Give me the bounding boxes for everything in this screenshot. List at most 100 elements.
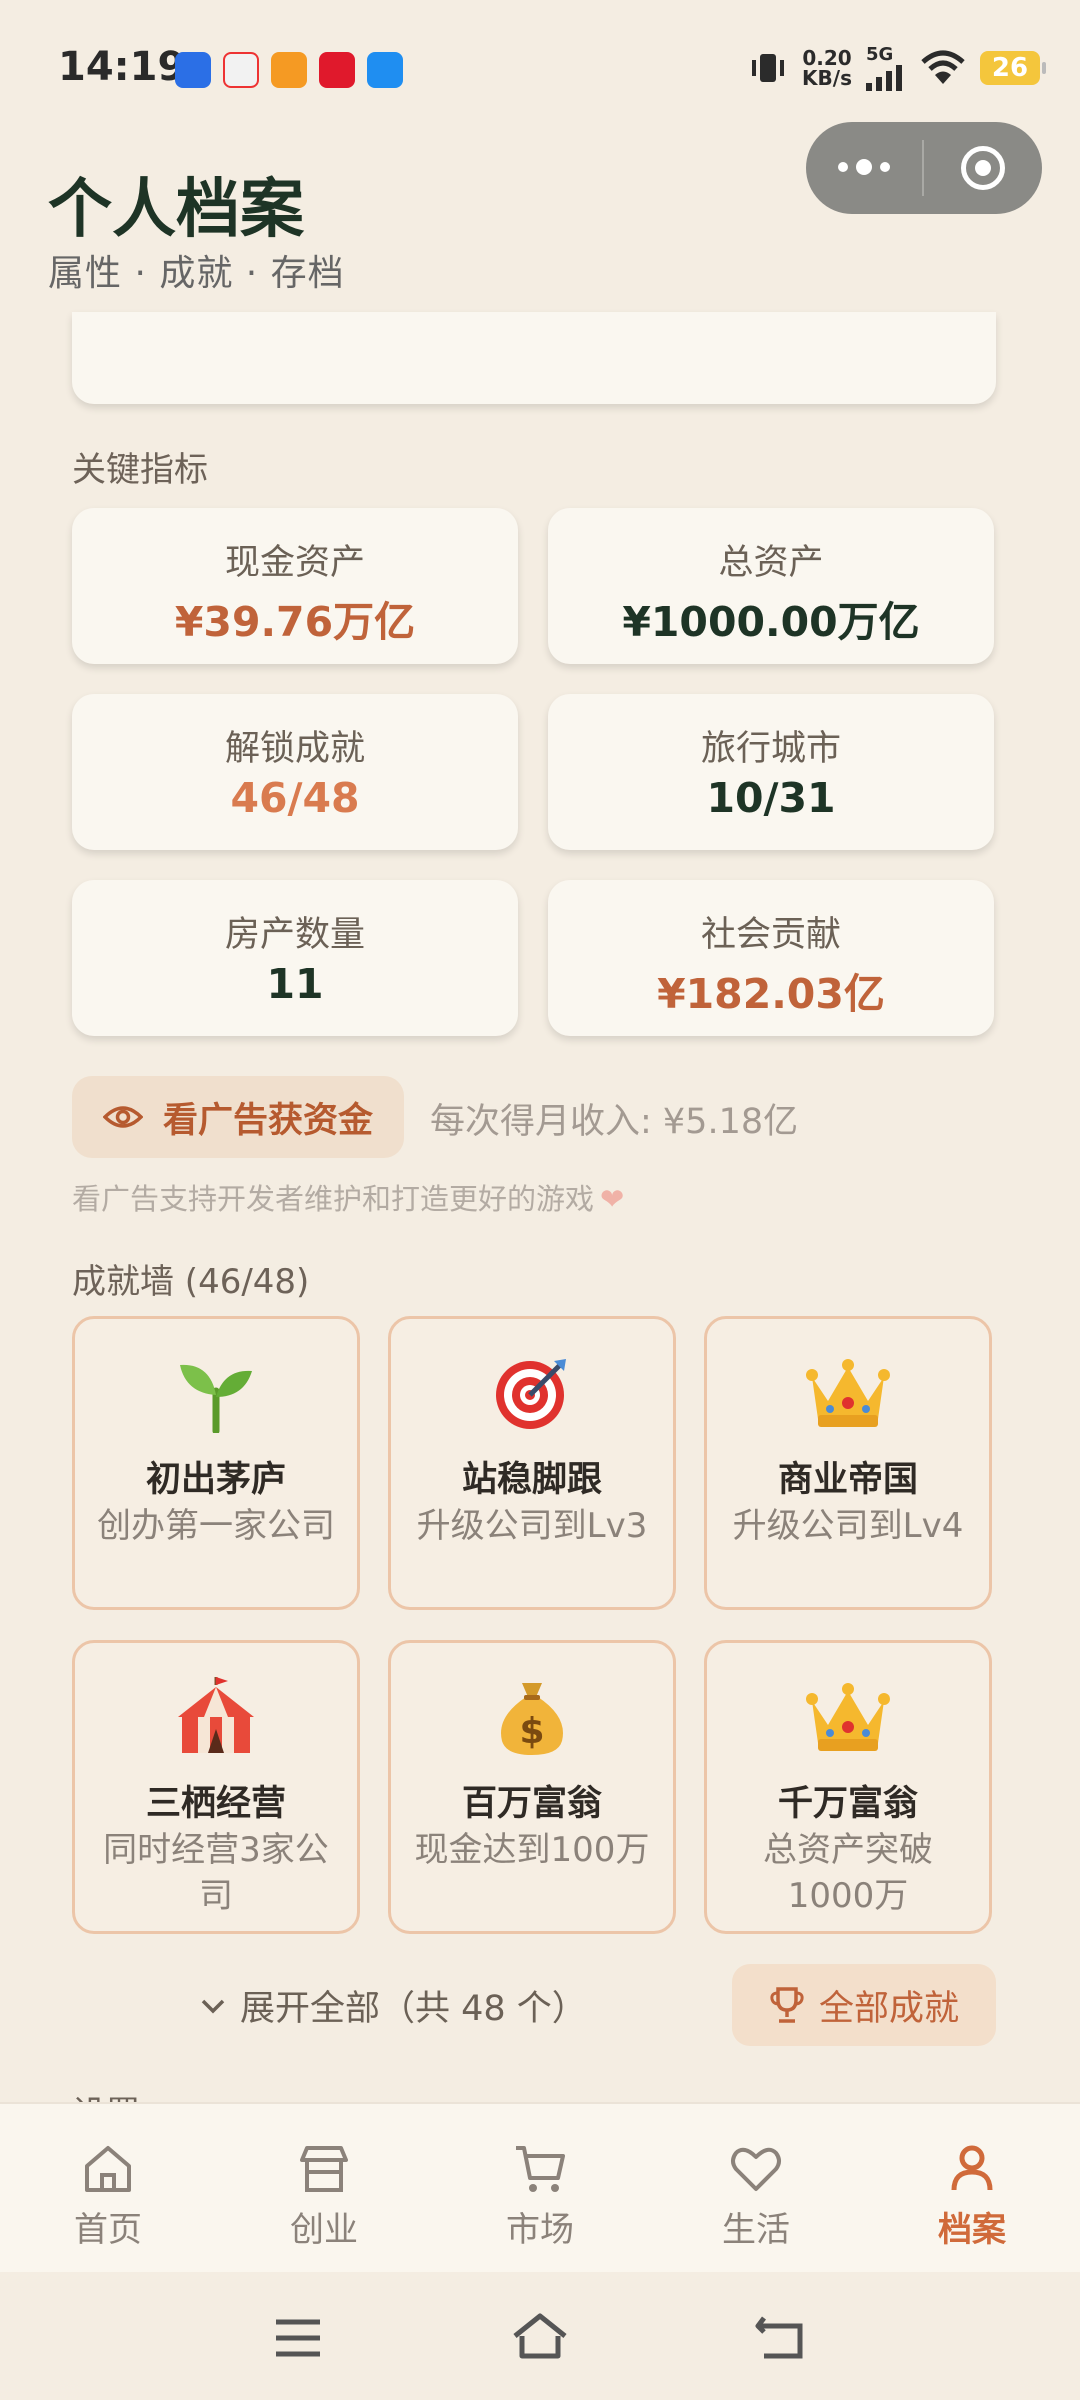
- tab-label: 市场: [506, 2210, 574, 2250]
- tab-label: 档案: [938, 2210, 1006, 2250]
- achievement-card[interactable]: 三栖经营 同时经营3家公司: [72, 1640, 360, 1934]
- metric-label: 社会贡献: [700, 915, 841, 955]
- achievements-section-label: 成就墙 (46/48): [72, 1262, 310, 1302]
- clock: 14:19: [58, 44, 186, 90]
- tab-label: 创业: [290, 2210, 358, 2250]
- home-nav-icon[interactable]: [512, 2312, 568, 2360]
- metric-label: 现金资产: [224, 543, 365, 583]
- achievement-desc: 升级公司到Lv3: [416, 1506, 648, 1546]
- heart-icon: ❤: [600, 1182, 625, 1216]
- home-icon: [85, 2146, 131, 2192]
- achievement-name: 初出茅庐: [145, 1460, 286, 1500]
- metric-label: 旅行城市: [700, 729, 841, 769]
- system-nav-bar: [0, 2272, 1080, 2400]
- achievement-desc: 总资产突破1000万: [763, 1830, 933, 1916]
- seedling-icon: [75, 1353, 357, 1433]
- achievement-name: 千万富翁: [777, 1784, 918, 1824]
- more-icon[interactable]: [806, 158, 922, 175]
- status-bar: 14:19 0.20 KB/s 5G 26: [0, 0, 1080, 140]
- metric-card-achievements: 解锁成就 46/48: [72, 694, 518, 850]
- cart-icon: [516, 2146, 565, 2192]
- back-icon[interactable]: [754, 2314, 806, 2360]
- close-miniprogram-button[interactable]: [924, 146, 1042, 190]
- all-achievements-label: 全部成就: [818, 1988, 959, 2029]
- metric-card-properties: 房产数量 11: [72, 880, 518, 1036]
- metric-label: 解锁成就: [224, 729, 365, 769]
- target-icon: [961, 146, 1005, 190]
- crown-icon: [707, 1353, 989, 1431]
- watch-ad-label: 看广告获资金: [162, 1100, 373, 1141]
- expand-all-button[interactable]: 展开全部（共 48 个）: [200, 1980, 587, 2031]
- miniprogram-capsule: [806, 122, 1042, 214]
- network-type: 5G: [866, 44, 894, 65]
- tab-profile[interactable]: 档案: [864, 2104, 1080, 2274]
- profile-icon: [951, 2145, 993, 2191]
- svg-text:$: $: [519, 1711, 544, 1752]
- metric-card-total-assets: 总资产 ¥1000.00万亿: [548, 508, 994, 664]
- achievement-card[interactable]: $ 百万富翁 现金达到100万: [388, 1640, 676, 1934]
- metric-card-contribution: 社会贡献 ¥182.03亿: [548, 880, 994, 1036]
- metric-value: ¥39.76万亿: [174, 598, 416, 646]
- eye-icon: [102, 1106, 143, 1128]
- money-bag-icon: $: [391, 1677, 673, 1755]
- ad-note-text: 看广告支持开发者维护和打造更好的游戏: [72, 1182, 595, 1216]
- page-title: 个人档案: [48, 172, 304, 247]
- achievement-card[interactable]: 商业帝国 升级公司到Lv4: [704, 1316, 992, 1610]
- tab-label: 首页: [74, 2210, 142, 2250]
- wifi-icon: [921, 50, 965, 84]
- metric-card-cash: 现金资产 ¥39.76万亿: [72, 508, 518, 664]
- metrics-section-label: 关键指标: [72, 450, 208, 490]
- achievement-name: 商业帝国: [777, 1460, 918, 1500]
- tab-home[interactable]: 首页: [0, 2104, 216, 2274]
- signal-icon: [866, 65, 902, 91]
- metric-value: 11: [266, 960, 324, 1008]
- achievement-name: 百万富翁: [461, 1784, 602, 1824]
- achievement-card[interactable]: 站稳脚跟 升级公司到Lv3: [388, 1316, 676, 1610]
- signal-group: 5G: [866, 44, 906, 91]
- metric-card-cities: 旅行城市 10/31: [548, 694, 994, 850]
- achievement-desc: 升级公司到Lv4: [732, 1506, 964, 1546]
- tab-label: 生活: [722, 2210, 790, 2250]
- page-subtitle: 属性 · 成就 · 存档: [48, 253, 345, 294]
- profile-card: [72, 312, 996, 404]
- notification-icons: [175, 52, 403, 88]
- trophy-icon: [770, 1987, 804, 2023]
- store-icon: [300, 2146, 348, 2192]
- watch-ad-button[interactable]: 看广告获资金: [72, 1076, 404, 1158]
- metric-value: 10/31: [706, 774, 836, 822]
- all-achievements-button[interactable]: 全部成就: [732, 1964, 996, 2046]
- achievement-card[interactable]: 千万富翁 总资产突破1000万: [704, 1640, 992, 1934]
- speed-unit: KB/s: [802, 65, 852, 90]
- achievement-name: 站稳脚跟: [461, 1460, 602, 1500]
- achievement-desc: 同时经营3家公司: [103, 1830, 329, 1916]
- crown-icon: [707, 1677, 989, 1755]
- tab-life[interactable]: 生活: [648, 2104, 864, 2274]
- achievement-desc: 现金达到100万: [414, 1830, 650, 1870]
- tab-business[interactable]: 创业: [216, 2104, 432, 2274]
- network-speed: 0.20 KB/s: [802, 48, 852, 88]
- achievement-desc: 创办第一家公司: [97, 1506, 335, 1546]
- achievement-name: 三栖经营: [145, 1784, 286, 1824]
- achievement-card[interactable]: 初出茅庐 创办第一家公司: [72, 1316, 360, 1610]
- app-notification-icon: [175, 52, 211, 88]
- ad-note: 看广告支持开发者维护和打造更好的游戏 ❤: [72, 1176, 624, 1218]
- vibrate-icon: [752, 53, 785, 82]
- chevron-down-icon: [201, 1999, 225, 2013]
- metric-value: ¥1000.00万亿: [622, 598, 920, 646]
- heart-icon: [731, 2147, 781, 2191]
- menu-icon[interactable]: [274, 2318, 322, 2358]
- bottom-tab-bar: 首页 创业 市场 生活 档案: [0, 2102, 1080, 2274]
- circus-tent-icon: [75, 1677, 357, 1755]
- metric-value: ¥182.03亿: [657, 970, 885, 1018]
- ad-income-text: 每次得月收入: ¥5.18亿: [430, 1102, 799, 1142]
- app-notification-icon: [223, 52, 259, 88]
- metric-label: 房产数量: [224, 915, 365, 955]
- expand-all-label: 展开全部（共 48 个）: [240, 1989, 587, 2029]
- tab-market[interactable]: 市场: [432, 2104, 648, 2274]
- app-notification-icon: [367, 52, 403, 88]
- battery-level: 26: [991, 52, 1029, 83]
- metric-label: 总资产: [718, 543, 824, 583]
- metric-value: 46/48: [230, 774, 360, 822]
- target-icon: [391, 1353, 673, 1431]
- app-notification-icon: [271, 52, 307, 88]
